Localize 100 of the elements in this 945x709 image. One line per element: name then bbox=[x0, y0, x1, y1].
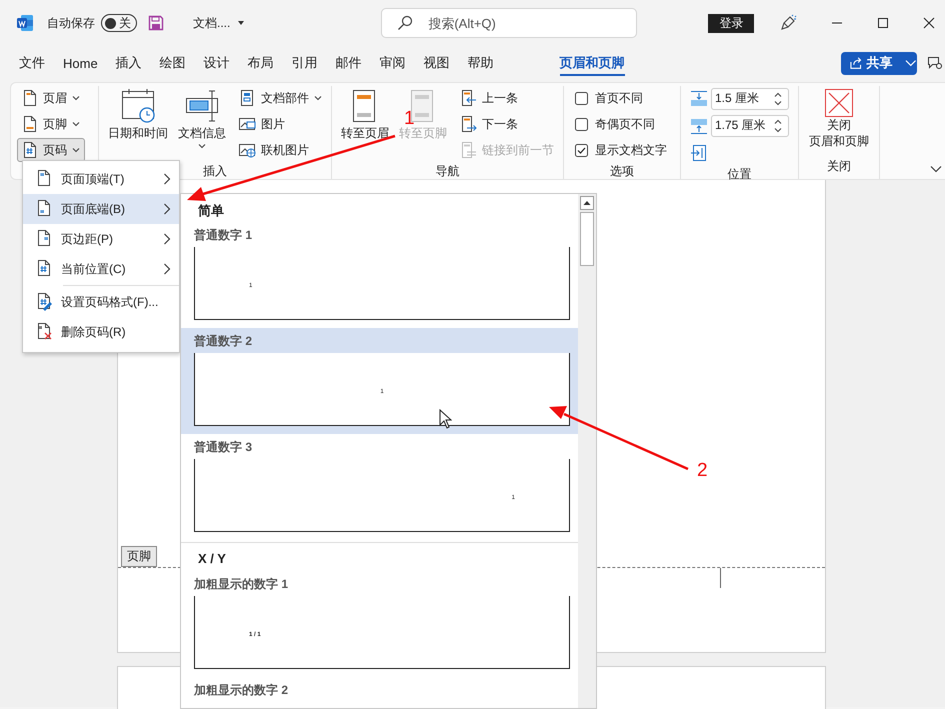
share-icon bbox=[849, 56, 862, 70]
ribbon-tab[interactable]: 页眉和页脚 bbox=[550, 48, 634, 78]
gallery-item-label: 加粗显示的数字 1 bbox=[194, 576, 290, 593]
menu-item[interactable]: 当前位置(C) bbox=[23, 254, 179, 284]
document-parts-button[interactable]: 文档部件 bbox=[233, 86, 327, 110]
chevron-right-icon bbox=[163, 173, 171, 185]
group-label: 导航 bbox=[436, 163, 460, 179]
gallery-item-label: 普通数字 2 bbox=[194, 333, 254, 350]
share-button[interactable]: 共享 bbox=[841, 52, 917, 74]
caret-icon bbox=[72, 95, 80, 101]
document-name[interactable]: 文档.... bbox=[193, 14, 246, 32]
text-cursor bbox=[720, 568, 721, 588]
ribbon-tab[interactable]: 引用 bbox=[282, 48, 327, 78]
calendar-clock-icon bbox=[120, 88, 156, 124]
page-icon bbox=[36, 292, 54, 312]
annotation-number: 2 bbox=[697, 461, 708, 481]
online-picture-button[interactable]: 联机图片 bbox=[233, 138, 327, 162]
pen-icon bbox=[779, 14, 798, 32]
footer-distance-icon bbox=[690, 116, 708, 134]
autosave-toggle[interactable]: 关 bbox=[101, 14, 137, 32]
menu-item[interactable]: 删除页码(R) bbox=[23, 317, 179, 347]
group-label: 选项 bbox=[610, 163, 634, 179]
globe-picture-icon bbox=[238, 141, 256, 159]
close-icon bbox=[923, 17, 936, 29]
alignment-tab-icon bbox=[690, 144, 708, 162]
menu-item[interactable]: 设置页码格式(F)... bbox=[23, 287, 179, 317]
collapse-ribbon-icon bbox=[930, 165, 942, 173]
ribbon-tab[interactable]: 审阅 bbox=[370, 48, 415, 78]
group-label: 关闭 bbox=[827, 158, 851, 174]
section-heading: X / Y bbox=[197, 550, 227, 568]
ribbon-tab[interactable]: 布局 bbox=[238, 48, 283, 78]
document-info-button[interactable]: 文档信息 bbox=[175, 86, 229, 151]
annotation-number: 1 bbox=[404, 109, 415, 129]
menu-item[interactable]: 页面底端(B) bbox=[23, 194, 179, 224]
link-page-icon bbox=[459, 141, 477, 159]
app-icon bbox=[16, 14, 34, 32]
gallery-item-label: 普通数字 1 bbox=[194, 227, 254, 244]
spin-field[interactable]: 1.75 厘米 bbox=[711, 114, 789, 136]
picture-icon bbox=[238, 115, 256, 133]
arrow-right-page-icon bbox=[459, 115, 477, 133]
spin-field[interactable]: 1.5 厘米 bbox=[711, 88, 789, 110]
ribbon-tab[interactable]: 文件 bbox=[10, 48, 54, 78]
scrollbar[interactable] bbox=[578, 194, 596, 708]
ribbon-tab[interactable]: 插入 bbox=[106, 48, 151, 78]
ribbon-tab[interactable]: Home bbox=[54, 48, 107, 78]
sign-in-button[interactable]: 登录 bbox=[708, 14, 754, 32]
header-distance-icon bbox=[690, 90, 708, 108]
footer-tag: 页脚 bbox=[121, 546, 157, 567]
caret-icon bbox=[198, 143, 206, 149]
caret-icon bbox=[314, 95, 322, 101]
maximize-icon bbox=[877, 17, 890, 29]
page-icon bbox=[36, 322, 54, 342]
ribbon-tab[interactable]: 设计 bbox=[194, 48, 239, 78]
header-button[interactable]: 页眉 bbox=[17, 86, 85, 110]
close-header-footer-button[interactable]: 关闭 页眉和页脚 bbox=[806, 86, 872, 151]
text-field-icon bbox=[184, 88, 220, 124]
gallery-item[interactable]: 加粗显示的数字 2 bbox=[181, 677, 578, 708]
spin-arrows-icon bbox=[774, 92, 782, 106]
previous-button[interactable]: 上一条 bbox=[454, 86, 559, 110]
chevron-right-icon bbox=[163, 203, 171, 215]
save-icon bbox=[148, 15, 164, 31]
checkbox[interactable]: 显示文档文字 bbox=[570, 138, 667, 162]
group-label: 位置 bbox=[728, 166, 752, 182]
caret-icon bbox=[237, 20, 246, 26]
caret-icon bbox=[72, 147, 80, 153]
chevron-right-icon bbox=[163, 233, 171, 245]
autosave-label: 自动保存 bbox=[47, 14, 95, 32]
mouse-pointer-icon bbox=[439, 409, 452, 429]
ribbon-tab[interactable]: 绘图 bbox=[150, 48, 195, 78]
spin-arrows-icon bbox=[774, 118, 782, 132]
menu-item[interactable]: 页面顶端(T) bbox=[23, 164, 179, 194]
next-button[interactable]: 下一条 bbox=[454, 112, 559, 136]
scroll-thumb[interactable] bbox=[580, 212, 594, 266]
arrow-left-page-icon bbox=[459, 89, 477, 107]
document-parts-icon bbox=[238, 89, 256, 107]
date-time-button[interactable]: 日期和时间 bbox=[105, 86, 171, 144]
close-box-icon bbox=[825, 89, 853, 117]
ribbon-tab[interactable]: 邮件 bbox=[326, 48, 371, 78]
gallery-item-label: 加粗显示的数字 2 bbox=[194, 682, 290, 699]
group-label: 插入 bbox=[203, 163, 227, 179]
caret-icon bbox=[72, 121, 80, 127]
picture-button[interactable]: 图片 bbox=[233, 112, 327, 136]
search-field[interactable]: 搜索(Alt+Q) bbox=[381, 8, 638, 38]
checkbox[interactable]: 奇偶页不同 bbox=[570, 112, 667, 136]
checkbox[interactable]: 首页不同 bbox=[570, 86, 667, 110]
page-number-button[interactable]: 页码 bbox=[17, 138, 85, 162]
section-heading: 简单 bbox=[197, 202, 225, 220]
go-to-header-button[interactable]: 转至页眉 bbox=[338, 86, 392, 144]
ribbon-tab[interactable]: 帮助 bbox=[458, 48, 503, 78]
scroll-up-icon bbox=[580, 196, 594, 210]
comment-icon bbox=[927, 55, 943, 71]
ribbon-tab[interactable]: 视图 bbox=[414, 48, 459, 78]
caret-icon bbox=[905, 59, 917, 67]
menu-item[interactable]: 页边距(P) bbox=[23, 224, 179, 254]
chevron-right-icon bbox=[163, 263, 171, 275]
search-icon bbox=[397, 15, 414, 31]
footer-button[interactable]: 页脚 bbox=[17, 112, 85, 136]
page-icon bbox=[22, 141, 38, 159]
page-icon bbox=[22, 89, 38, 107]
page-icon bbox=[22, 115, 38, 133]
